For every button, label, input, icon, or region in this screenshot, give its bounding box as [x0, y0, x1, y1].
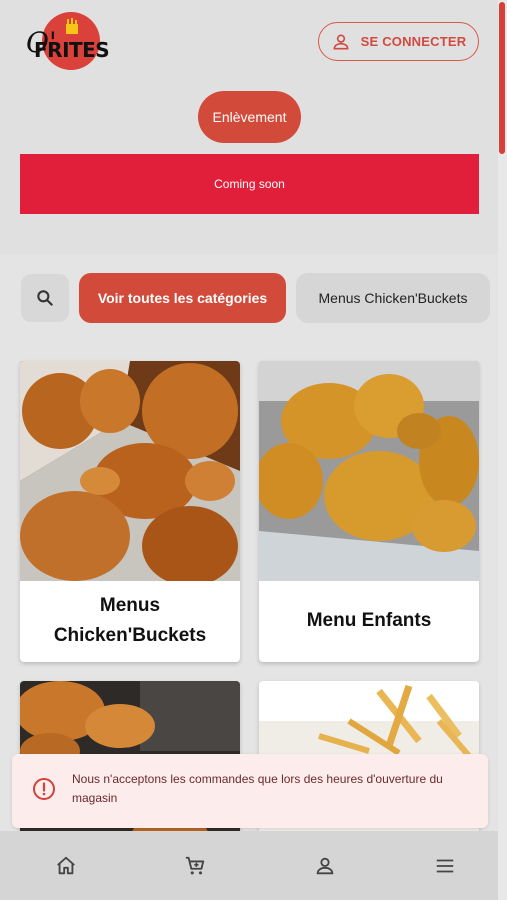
menu-icon[interactable]: [434, 855, 456, 877]
chicken-image: [20, 361, 240, 581]
product-card-menu-enfants[interactable]: Menu Enfants: [259, 361, 479, 662]
store-hours-alert: Nous n'acceptons les commandes que lors …: [12, 754, 488, 828]
login-button[interactable]: SE CONNECTER: [318, 22, 479, 61]
category-chip-chicken-buckets[interactable]: Menus Chicken'Buckets: [296, 273, 490, 323]
card-title-line2: Chicken'Buckets: [53, 625, 207, 646]
nuggets-image: [259, 361, 479, 581]
user-icon[interactable]: [314, 855, 336, 877]
brand-logo[interactable]: O' FRITES: [26, 12, 110, 72]
user-icon: [333, 34, 349, 49]
category-bar: Voir toutes les catégories Menus Chicken…: [0, 272, 507, 324]
header-area: O' FRITES SE CONNECTER Enlèvement Coming…: [0, 0, 507, 254]
cart-icon[interactable]: [184, 855, 206, 877]
search-button[interactable]: [21, 274, 69, 322]
search-icon: [37, 290, 53, 306]
product-card-chicken-buckets[interactable]: Menus Chicken'Buckets: [20, 361, 240, 662]
scrollbar-thumb[interactable]: [499, 2, 505, 154]
scrollbar[interactable]: [498, 0, 507, 900]
home-icon[interactable]: [55, 855, 77, 877]
login-label: SE CONNECTER: [360, 34, 467, 49]
bottom-nav: [0, 831, 507, 900]
fries-icon: [66, 18, 78, 34]
error-icon: [33, 778, 55, 800]
category-chip-all[interactable]: Voir toutes les catégories: [79, 273, 286, 323]
card-title-line1: Menus: [99, 595, 161, 616]
alert-message: Nous n'acceptons les commandes que lors …: [72, 772, 443, 805]
logo-text: FRITES: [34, 38, 110, 62]
card-title: Menu Enfants: [306, 610, 432, 631]
coming-soon-banner: Coming soon: [20, 154, 479, 214]
pickup-mode-button[interactable]: Enlèvement: [198, 91, 301, 143]
